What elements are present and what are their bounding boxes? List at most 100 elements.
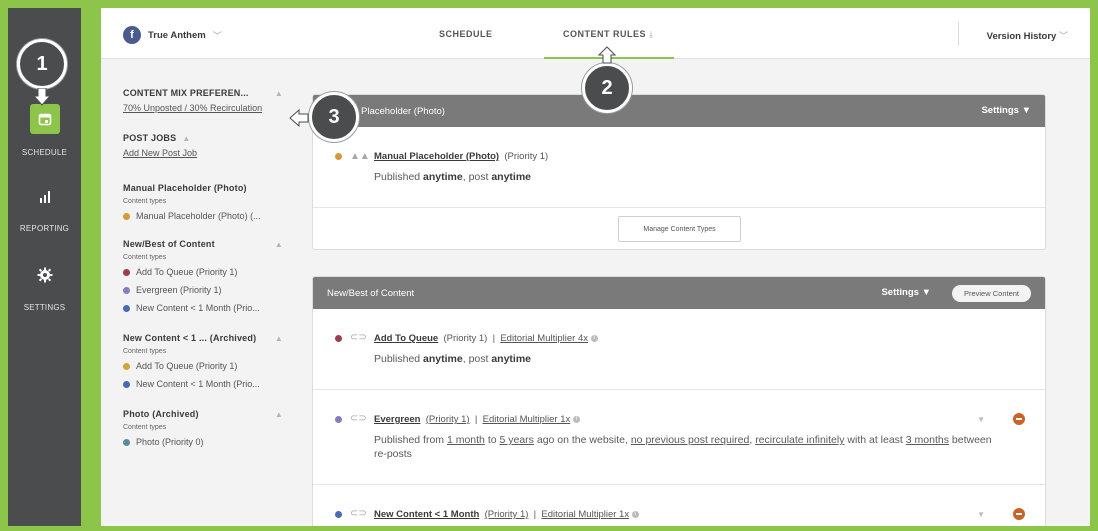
color-dot-icon [123, 268, 130, 276]
divider [958, 22, 959, 46]
card-title: New/Best of Content [327, 287, 415, 299]
link-icon: ⊂⊃ [350, 332, 367, 343]
row-title: New Content < 1 Month (Priority 1) | Edi… [374, 509, 1045, 520]
info-icon[interactable]: i [572, 415, 580, 423]
color-dot-icon [335, 416, 342, 423]
content-type-item[interactable]: Photo (Priority 0) [123, 437, 283, 447]
nav-reporting-label: REPORTING [19, 224, 70, 233]
job-title: Photo (Archived) [123, 409, 199, 419]
caret-down-icon: ▼ [1021, 105, 1031, 116]
manage-content-types-button[interactable]: Manage Content Types [618, 216, 741, 242]
job-title: New Content < 1 ... (Archived) [123, 333, 257, 343]
separator: | [533, 509, 537, 520]
desc-text: ago on the website, [533, 434, 631, 446]
editorial-multiplier-link[interactable]: Editorial Multiplier 1x [541, 509, 629, 520]
remove-icon[interactable] [1013, 508, 1025, 520]
color-dot-icon [123, 380, 130, 388]
collapse-icon[interactable]: ▲ [275, 240, 283, 249]
separator: | [474, 414, 478, 425]
settings-label: Settings [881, 287, 919, 298]
content-type-label: Photo (Priority 0) [136, 437, 204, 447]
tab-schedule[interactable]: SCHEDULE [439, 29, 493, 39]
min-age-link[interactable]: 1 month [447, 434, 485, 446]
content-mix-link[interactable]: 70% Unposted / 30% Recirculation [123, 103, 283, 113]
preview-content-button[interactable]: Preview Content [951, 285, 1031, 302]
row-description: Published anytime, post anytime [374, 170, 1045, 184]
desc-bold: anytime [491, 171, 532, 183]
post-job-card: New/Best of Content Settings ▼ Preview C… [312, 276, 1046, 526]
caret-down-icon[interactable]: ▼ [977, 415, 985, 424]
link-icon: ⊂⊃ [350, 508, 367, 519]
content-type-item[interactable]: New Content < 1 Month (Prio... [123, 303, 283, 313]
repost-interval-link[interactable]: 3 months [906, 434, 949, 446]
content-types-label: Content types [123, 254, 167, 261]
info-icon[interactable]: i [590, 334, 598, 342]
content-type-item[interactable]: New Content < 1 Month (Prio... [123, 379, 283, 389]
version-history-dropdown[interactable]: Version History ﹀ [987, 29, 1068, 42]
info-icon[interactable]: i [631, 510, 639, 518]
caret-down-icon[interactable]: ▼ [977, 510, 985, 519]
previous-post-link[interactable]: no previous post required [631, 434, 750, 446]
collapse-icon[interactable]: ▲ [275, 334, 283, 343]
job-heading[interactable]: Photo (Archived) ▲ [123, 409, 283, 419]
nav-reporting[interactable]: REPORTING [8, 190, 81, 233]
priority-label: (Priority 1) [443, 333, 488, 344]
content-types-label: Content types [123, 198, 167, 205]
content-type-name-link[interactable]: Manual Placeholder (Photo) [374, 151, 499, 162]
editorial-multiplier-link[interactable]: Editorial Multiplier 1x [483, 414, 571, 425]
row-title: Manual Placeholder (Photo) (Priority 1) [374, 151, 1045, 162]
collapse-icon[interactable]: ▲ [275, 410, 283, 419]
card-header: Placeholder (Photo) Settings ▼ [313, 95, 1045, 127]
tab-content-rules[interactable]: CONTENT RULES ⤓ [563, 29, 654, 40]
priority-label: (Priority 1) [504, 151, 549, 162]
post-jobs-title: POST JOBS [123, 133, 177, 143]
desc-bold: anytime [491, 353, 532, 365]
callout-badge: 3 [309, 92, 359, 142]
arrow-down-icon [34, 88, 50, 106]
settings-dropdown[interactable]: Settings ▼ [881, 287, 931, 298]
color-dot-icon [123, 286, 130, 294]
priority-label[interactable]: (Priority 1) [426, 414, 470, 425]
link-icon: ⊂⊃ [350, 413, 367, 424]
content-type-item[interactable]: Add To Queue (Priority 1) [123, 361, 283, 371]
content-rules-sidebar: CONTENT MIX PREFEREN... ▲ 70% Unposted /… [123, 88, 283, 455]
content-type-item[interactable]: Manual Placeholder (Photo) (... [123, 211, 283, 221]
content-type-item[interactable]: Add To Queue (Priority 1) [123, 267, 283, 277]
color-dot-icon [123, 362, 130, 370]
nav-schedule[interactable]: SCHEDULE [8, 104, 81, 157]
collapse-icon[interactable]: ▲ [275, 89, 283, 98]
content-type-row: ⊂⊃ ▼ New Content < 1 Month (Priority 1) … [313, 485, 1045, 526]
job-heading[interactable]: New/Best of Content ▲ [123, 239, 283, 249]
arrow-left-icon [289, 109, 309, 127]
content-type-label: New Content < 1 Month (Prio... [136, 303, 260, 313]
desc-text: , post [462, 171, 492, 183]
bar-chart-icon [39, 191, 50, 203]
nav-settings-label: SETTINGS [23, 303, 66, 312]
settings-dropdown[interactable]: Settings ▼ [981, 105, 1031, 116]
remove-icon[interactable] [1013, 413, 1025, 425]
collapse-icon[interactable]: ▲ [182, 134, 190, 143]
color-dot-icon [123, 438, 130, 446]
add-new-post-job-link[interactable]: Add New Post Job [123, 148, 283, 158]
content-type-name-link[interactable]: Evergreen [374, 414, 420, 425]
post-jobs-heading[interactable]: POST JOBS ▲ [123, 133, 283, 143]
content-mix-heading[interactable]: CONTENT MIX PREFEREN... ▲ [123, 88, 283, 98]
tab-content-rules-label: CONTENT RULES [563, 29, 646, 39]
max-age-link[interactable]: 5 years [500, 434, 534, 446]
content-type-name-link[interactable]: New Content < 1 Month [374, 509, 479, 520]
content-type-name-link[interactable]: Add To Queue [374, 333, 438, 344]
row-description: Published anytime, post anytime [374, 352, 1045, 366]
recirculate-link[interactable]: recirculate infinitely [755, 434, 844, 446]
account-switcher[interactable]: f True Anthem ﹀ [123, 26, 222, 44]
callout-badge: 2 [582, 63, 632, 113]
job-heading[interactable]: New Content < 1 ... (Archived) ▲ [123, 333, 283, 343]
editorial-multiplier-link[interactable]: Editorial Multiplier 4x [500, 333, 588, 344]
nav-settings[interactable]: SETTINGS [8, 267, 81, 312]
account-name: True Anthem [148, 29, 206, 41]
top-bar: f True Anthem ﹀ SCHEDULE CONTENT RULES ⤓… [101, 8, 1090, 59]
job-heading[interactable]: Manual Placeholder (Photo) [123, 183, 283, 193]
content-type-item[interactable]: Evergreen (Priority 1) [123, 285, 283, 295]
content-type-label: Add To Queue (Priority 1) [136, 267, 238, 277]
desc-text: Published from [374, 434, 447, 446]
priority-label[interactable]: (Priority 1) [485, 509, 529, 520]
